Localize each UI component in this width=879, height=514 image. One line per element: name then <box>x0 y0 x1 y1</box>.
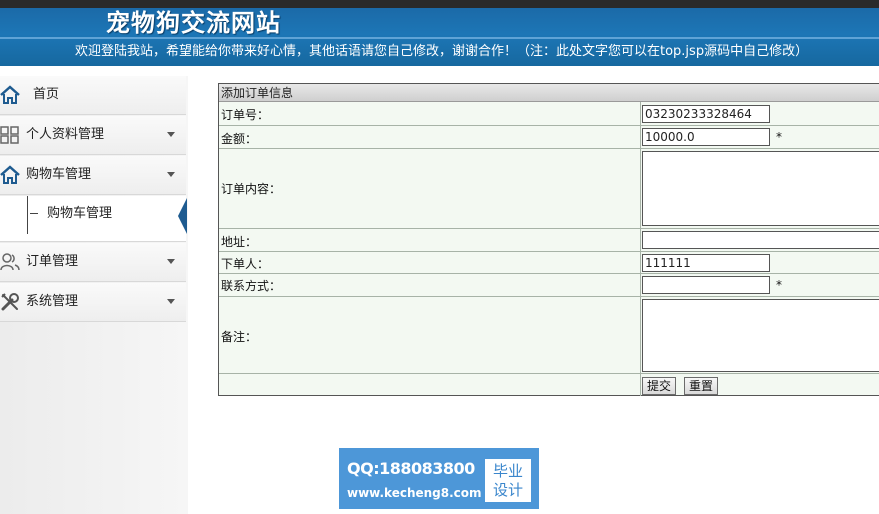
content-label: 订单内容： <box>221 182 282 196</box>
sidebar-item-cart[interactable]: 购物车管理 <box>0 156 186 195</box>
tree-branch <box>30 213 38 214</box>
sidebar-item-label: 订单管理 <box>26 254 79 269</box>
site-header: 宠物狗交流网站 欢迎登陆我站，希望能给你带来好心情，其他话语请您自己修改，谢谢合… <box>0 8 879 66</box>
sidebar-item-label: 个人资料管理 <box>26 127 105 142</box>
watermark-badge: 毕业 设计 <box>485 459 531 502</box>
tree-line <box>27 196 28 234</box>
home-icon <box>0 165 20 184</box>
sidebar-item-label: 首页 <box>33 87 60 102</box>
form-row-remark: 备注： <box>219 297 879 374</box>
form-row-orderer: 下单人： <box>219 252 879 274</box>
amount-input[interactable] <box>642 128 770 146</box>
sidebar-item-system[interactable]: 系统管理 <box>0 283 186 322</box>
required-mark: * <box>776 130 782 144</box>
sidebar-subitem-label: 购物车管理 <box>47 206 113 221</box>
tools-icon <box>1 293 19 311</box>
orderer-input[interactable] <box>642 254 770 272</box>
amount-label: 金额： <box>221 132 258 146</box>
content-textarea[interactable] <box>642 151 879 226</box>
form-row-actions: 提交 重置 <box>219 374 879 396</box>
form-row-content: 订单内容： <box>219 149 879 229</box>
grid-icon <box>0 126 19 144</box>
chevron-down-icon <box>167 172 175 177</box>
contact-input[interactable] <box>642 276 770 294</box>
required-mark: * <box>776 278 782 292</box>
users-icon <box>0 253 20 271</box>
form-row-order-no: 订单号： <box>219 102 879 126</box>
header-divider <box>0 37 879 39</box>
sidebar: 首页 个人资料管理 购物车管理 购物车管理 订单管理 系统管理 <box>0 76 188 514</box>
contact-label: 联系方式： <box>221 279 282 293</box>
home-icon <box>0 85 20 104</box>
watermark-url: www.kecheng8.com <box>347 486 482 500</box>
sidebar-item-home[interactable]: 首页 <box>0 76 186 115</box>
reset-button[interactable]: 重置 <box>684 377 719 395</box>
remark-textarea[interactable] <box>642 299 879 372</box>
watermark-badge-line1: 毕业 <box>492 462 523 480</box>
add-order-form: 添加订单信息 订单号： 金额： * 订单内容： 地址： 下单人： 联系方式： * <box>218 83 879 396</box>
chevron-down-icon <box>167 259 175 264</box>
watermark-qq: QQ:188083800 <box>347 459 475 478</box>
form-row-address: 地址： <box>219 229 879 252</box>
watermark-banner: QQ:188083800 www.kecheng8.com 毕业 设计 <box>339 448 539 509</box>
sidebar-item-label: 购物车管理 <box>26 167 92 182</box>
welcome-message: 欢迎登陆我站，希望能给你带来好心情，其他话语请您自己修改，谢谢合作！（注：此处文… <box>75 44 809 59</box>
sidebar-subitem-cart-manage[interactable]: 购物车管理 <box>0 196 187 242</box>
address-label: 地址： <box>221 235 258 249</box>
remark-label: 备注： <box>221 330 258 344</box>
submit-button[interactable]: 提交 <box>642 377 677 395</box>
orderer-label: 下单人： <box>221 257 270 271</box>
site-title: 宠物狗交流网站 <box>106 8 281 37</box>
order-no-label: 订单号： <box>221 108 270 122</box>
form-title: 添加订单信息 <box>219 84 879 102</box>
chevron-down-icon <box>167 299 175 304</box>
sidebar-item-orders[interactable]: 订单管理 <box>0 243 186 282</box>
watermark-badge-line2: 设计 <box>492 481 523 499</box>
order-no-input[interactable] <box>642 105 770 123</box>
address-input[interactable] <box>642 231 879 249</box>
sidebar-item-label: 系统管理 <box>26 294 79 309</box>
form-row-amount: 金额： * <box>219 126 879 149</box>
sidebar-item-profile[interactable]: 个人资料管理 <box>0 116 186 155</box>
active-indicator-icon <box>178 198 187 234</box>
form-row-contact: 联系方式： * <box>219 274 879 297</box>
chevron-down-icon <box>167 132 175 137</box>
